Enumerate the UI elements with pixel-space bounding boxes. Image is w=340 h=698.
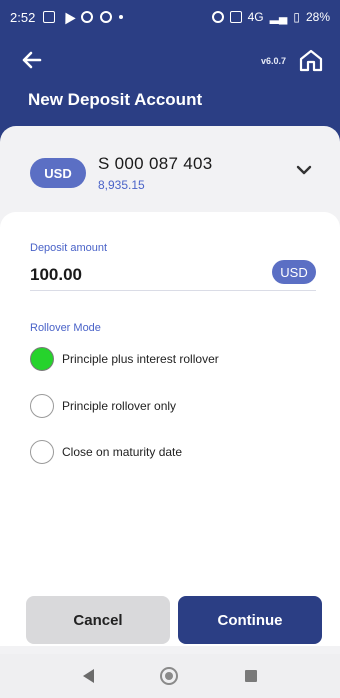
page-title: New Deposit Account	[28, 90, 203, 109]
battery-icon: ▯	[293, 10, 300, 24]
rollover-option-label: Principle rollover only	[62, 399, 177, 413]
nav-recents-icon[interactable]	[244, 670, 257, 682]
vibrate-icon	[211, 11, 224, 23]
account-balance: 8,935.15	[98, 178, 145, 192]
rollover-option-label: Principle plus interest rollover	[62, 352, 219, 366]
radio-unselected[interactable]	[30, 394, 54, 418]
nav-home-icon[interactable]	[160, 667, 179, 685]
nav-back-icon[interactable]	[83, 669, 95, 683]
notification-icon	[81, 11, 94, 23]
input-underline	[30, 290, 316, 291]
network-type: 4G	[247, 10, 264, 24]
status-time: 2:52	[10, 9, 36, 25]
app-version: v6.0.7	[260, 56, 286, 66]
account-selector[interactable]: USD S 000 087 403 8,935.15	[0, 126, 340, 226]
status-system-icons: 4G ▂▄ ▯ 28%	[211, 10, 330, 24]
deposit-form: Deposit amount USD Rollover Mode Princip…	[0, 212, 340, 646]
chevron-down-icon[interactable]	[296, 164, 312, 176]
rollover-mode-label: Rollover Mode	[30, 322, 101, 334]
more-dot-icon	[119, 15, 124, 19]
send-icon	[60, 9, 77, 25]
home-icon[interactable]	[298, 48, 324, 72]
continue-button[interactable]: Continue	[178, 596, 322, 644]
rollover-option-close-on-maturity[interactable]: Close on maturity date	[30, 438, 182, 466]
battery-level: 28%	[305, 10, 330, 24]
status-notification-icons	[43, 9, 124, 25]
deposit-amount-input[interactable]	[30, 262, 250, 288]
radio-selected[interactable]	[30, 347, 54, 371]
deposit-currency-badge[interactable]: USD	[272, 260, 316, 284]
rollover-option-principle-plus-interest[interactable]: Principle plus interest rollover	[30, 345, 219, 373]
content-sheet: USD S 000 087 403 8,935.15 Deposit amoun…	[0, 126, 340, 698]
status-bar: 2:52 4G ▂▄ ▯ 28%	[0, 0, 340, 34]
deposit-amount-label: Deposit amount	[30, 242, 108, 254]
wifi-icon	[229, 11, 242, 23]
system-nav-bar	[0, 654, 340, 698]
app-header: v6.0.7 New Deposit Account	[0, 34, 340, 126]
rollover-option-label: Close on maturity date	[62, 445, 183, 459]
arrow-left-icon[interactable]	[18, 46, 46, 74]
account-currency-badge: USD	[30, 158, 86, 188]
image-icon	[43, 11, 56, 23]
notification-icon	[100, 11, 113, 23]
signal-icon: ▂▄	[269, 10, 288, 24]
radio-unselected[interactable]	[30, 440, 54, 464]
rollover-option-principle-only[interactable]: Principle rollover only	[30, 392, 176, 420]
account-number: S 000 087 403	[98, 154, 213, 173]
cancel-button[interactable]: Cancel	[26, 596, 170, 644]
